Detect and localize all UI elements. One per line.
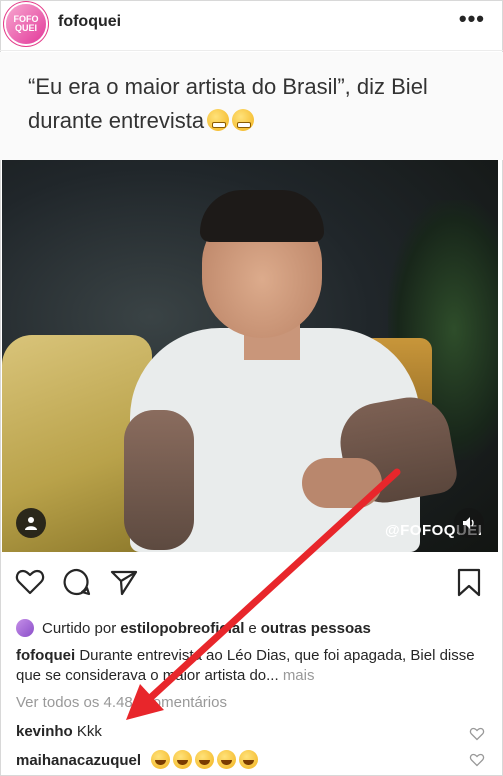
laughing-emoji-icon	[173, 750, 193, 769]
comment-username[interactable]: maihanacazuquel	[16, 752, 141, 769]
post-header: FOFO QUEI fofoquei •••	[0, 0, 503, 48]
comment-like-heart-icon[interactable]	[469, 752, 485, 773]
grimace-emoji-icon	[207, 109, 230, 131]
send-icon[interactable]	[108, 566, 140, 603]
volume-icon[interactable]	[454, 508, 484, 538]
video-person-hand	[302, 458, 382, 508]
view-all-comments-link[interactable]: Ver todos os 4.484 comentários	[16, 694, 227, 711]
liker-avatar[interactable]	[16, 619, 34, 637]
video-person-left-arm	[124, 410, 194, 550]
laughing-emoji-row	[151, 750, 259, 769]
avatar[interactable]: FOFO QUEI	[6, 4, 46, 44]
bookmark-icon[interactable]	[453, 566, 485, 603]
post-description: fofoquei Durante entrevista ao Léo Dias,…	[16, 646, 486, 686]
likes-summary: Curtido por estilopobreoficial e outras …	[16, 616, 371, 640]
likes-others[interactable]: outras pessoas	[261, 620, 371, 637]
description-more-link[interactable]: mais	[283, 667, 315, 684]
action-bar	[0, 566, 503, 602]
grimace-emoji-icon	[232, 109, 255, 131]
comment-like-heart-icon[interactable]	[469, 726, 485, 747]
laughing-emoji-icon	[217, 750, 237, 769]
description-text: Durante entrevista ao Léo Dias, que foi …	[16, 647, 475, 684]
comment-item: kevinho Kkk	[16, 723, 102, 740]
description-username[interactable]: fofoquei	[16, 647, 75, 664]
liker-username[interactable]: estilopobreoficial	[120, 620, 244, 637]
caption-headline: “Eu era o maior artista do Brasil”, diz …	[28, 70, 468, 138]
more-options-icon[interactable]: •••	[459, 8, 485, 30]
user-icon[interactable]	[16, 508, 46, 538]
video-person-hair	[200, 190, 324, 242]
likes-conjunction: e	[248, 619, 257, 637]
comment-username[interactable]: kevinho	[16, 723, 73, 740]
header-divider	[0, 50, 503, 51]
post-video[interactable]: @FOFOQUEI	[2, 160, 498, 552]
comment-item: maihanacazuquel	[16, 750, 259, 769]
avatar-text: FOFO QUEI	[13, 14, 39, 33]
laughing-emoji-icon	[239, 750, 259, 769]
heart-icon[interactable]	[14, 566, 46, 603]
likes-prefix: Curtido por	[42, 619, 117, 637]
caption-card: “Eu era o maior artista do Brasil”, diz …	[0, 52, 503, 160]
laughing-emoji-icon	[195, 750, 215, 769]
comment-text: Kkk	[76, 723, 102, 740]
post-username[interactable]: fofoquei	[58, 13, 121, 31]
comment-icon[interactable]	[61, 566, 93, 603]
laughing-emoji-icon	[151, 750, 171, 769]
